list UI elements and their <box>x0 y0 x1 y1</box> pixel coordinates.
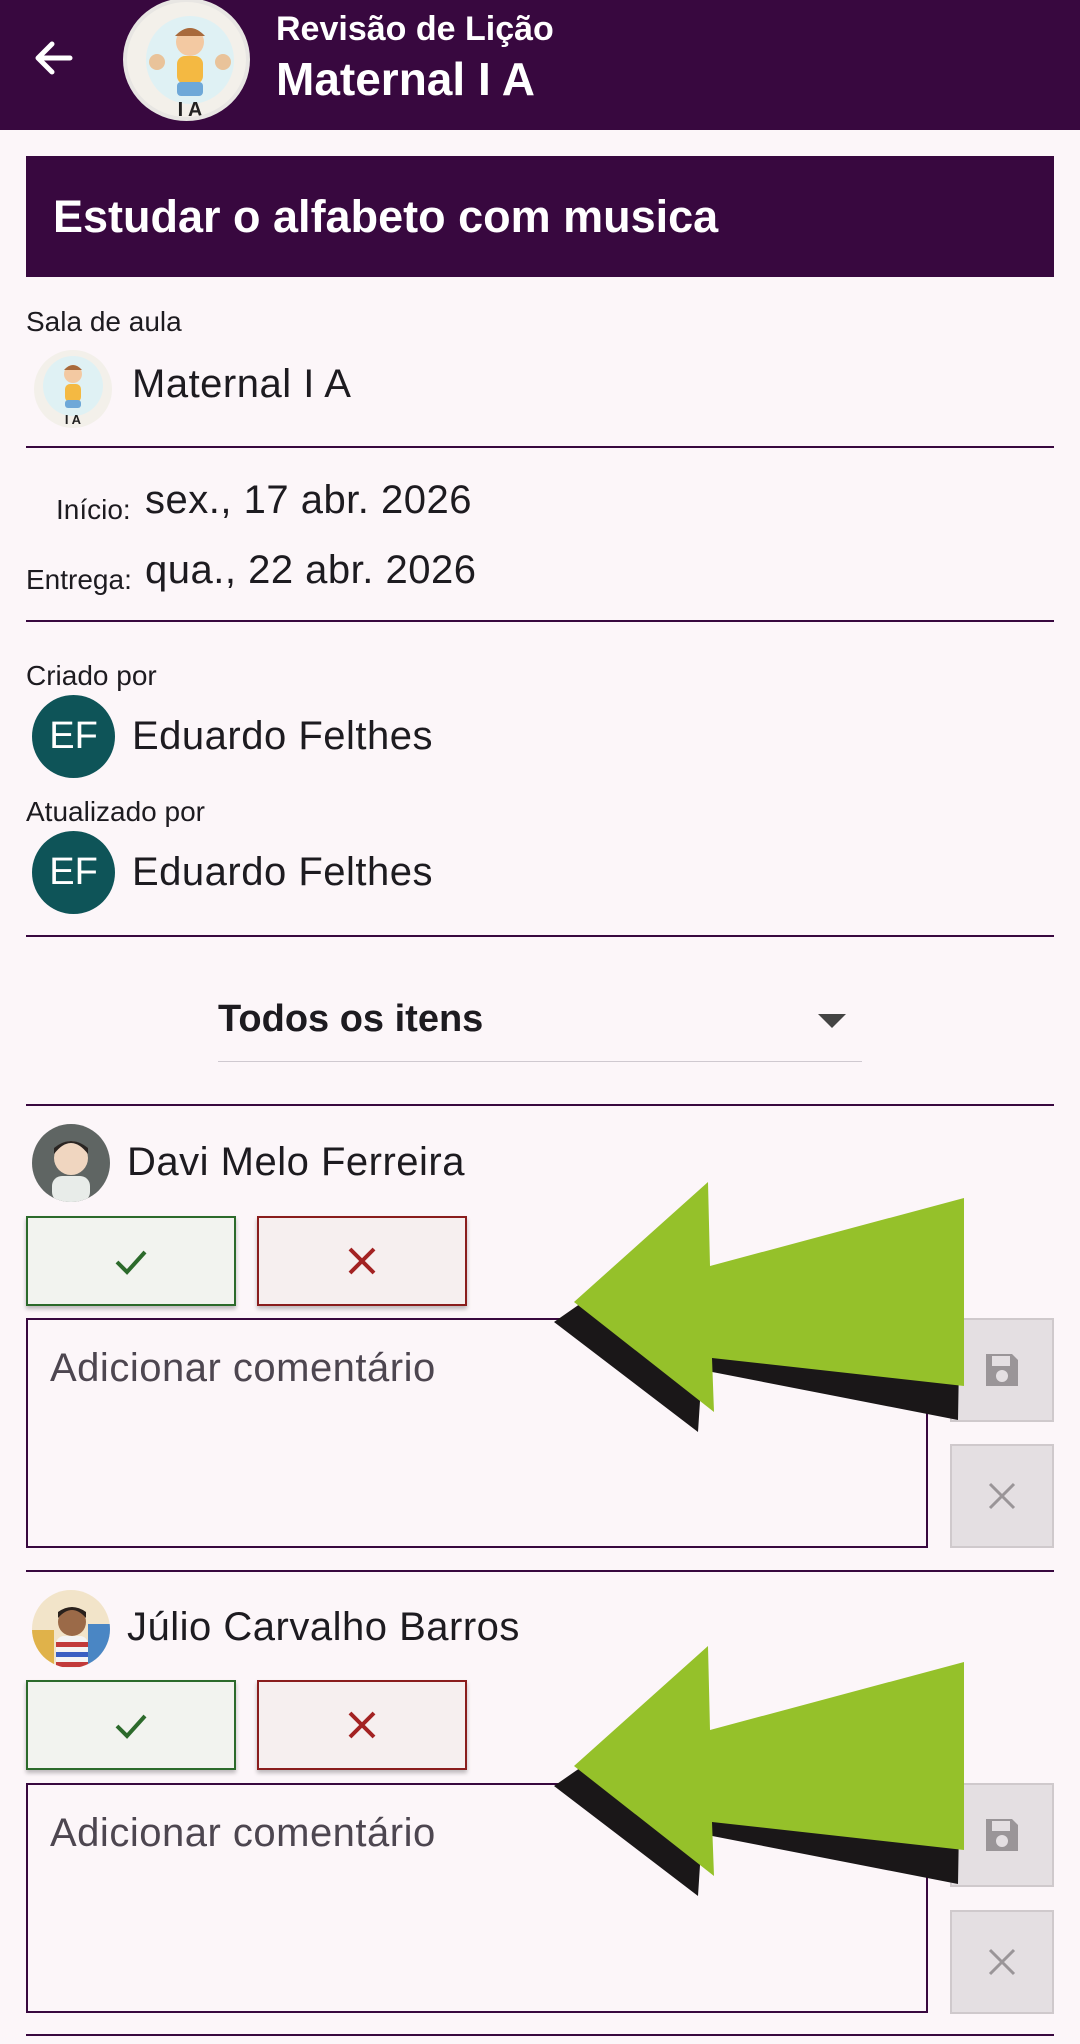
creator-initials: EF <box>49 715 98 757</box>
student-avatar <box>32 1590 110 1668</box>
divider <box>26 935 1054 937</box>
updater-avatar: EF <box>32 831 115 914</box>
class-title: Maternal I A <box>276 53 536 105</box>
screen-title: Revisão de Lição <box>276 10 554 48</box>
filter-dropdown[interactable]: Todos os itens <box>218 990 862 1062</box>
close-icon <box>348 1247 376 1275</box>
lesson-header: Estudar o alfabeto com musica <box>26 156 1054 277</box>
back-button[interactable] <box>22 22 86 94</box>
clear-comment-button[interactable] <box>950 1444 1054 1548</box>
close-icon <box>988 1482 1016 1510</box>
avatar-text: I A <box>178 99 203 121</box>
reject-button[interactable] <box>257 1216 467 1306</box>
divider <box>26 1570 1054 1572</box>
divider <box>26 1104 1054 1106</box>
close-icon <box>988 1948 1016 1976</box>
annotation-arrow <box>554 1182 964 1432</box>
check-icon <box>115 1250 147 1275</box>
classroom-name: Maternal I A <box>132 362 352 406</box>
start-date: sex., 17 abr. 2026 <box>145 478 473 522</box>
check-icon <box>115 1714 147 1739</box>
divider <box>26 620 1054 622</box>
close-icon <box>348 1711 376 1739</box>
created-by-label: Criado por <box>26 660 157 691</box>
class-avatar: I A <box>123 0 250 121</box>
student-name: Júlio Carvalho Barros <box>127 1605 520 1649</box>
classroom-avatar: I A <box>34 350 112 428</box>
caret-down-icon <box>818 1014 846 1028</box>
classroom-avatar-text: I A <box>65 412 82 427</box>
approve-button[interactable] <box>26 1216 236 1306</box>
updated-by-label: Atualizado por <box>26 796 206 827</box>
divider <box>26 446 1054 448</box>
student-avatar <box>32 1124 110 1202</box>
updater-initials: EF <box>49 851 98 893</box>
comment-placeholder: Adicionar comentário <box>50 1811 436 1855</box>
creator-avatar: EF <box>32 695 115 778</box>
clear-comment-button[interactable] <box>950 1910 1054 2014</box>
lesson-title: Estudar o alfabeto com musica <box>53 191 719 242</box>
due-label: Entrega: <box>26 564 132 595</box>
creator-name: Eduardo Felthes <box>132 714 434 758</box>
approve-button[interactable] <box>26 1680 236 1770</box>
arrow-left-icon <box>35 41 73 75</box>
classroom-label: Sala de aula <box>26 306 182 337</box>
annotation-arrow <box>554 1646 964 1896</box>
comment-placeholder: Adicionar comentário <box>50 1346 436 1390</box>
updater-name: Eduardo Felthes <box>132 850 434 894</box>
reject-button[interactable] <box>257 1680 467 1770</box>
student-name: Davi Melo Ferreira <box>127 1140 465 1184</box>
filter-selected: Todos os itens <box>218 998 484 1040</box>
app-bar: I A Revisão de Lição Maternal I A <box>0 0 1080 130</box>
divider <box>26 2034 1054 2036</box>
due-date: qua., 22 abr. 2026 <box>145 548 477 592</box>
start-label: Início: <box>56 494 131 525</box>
